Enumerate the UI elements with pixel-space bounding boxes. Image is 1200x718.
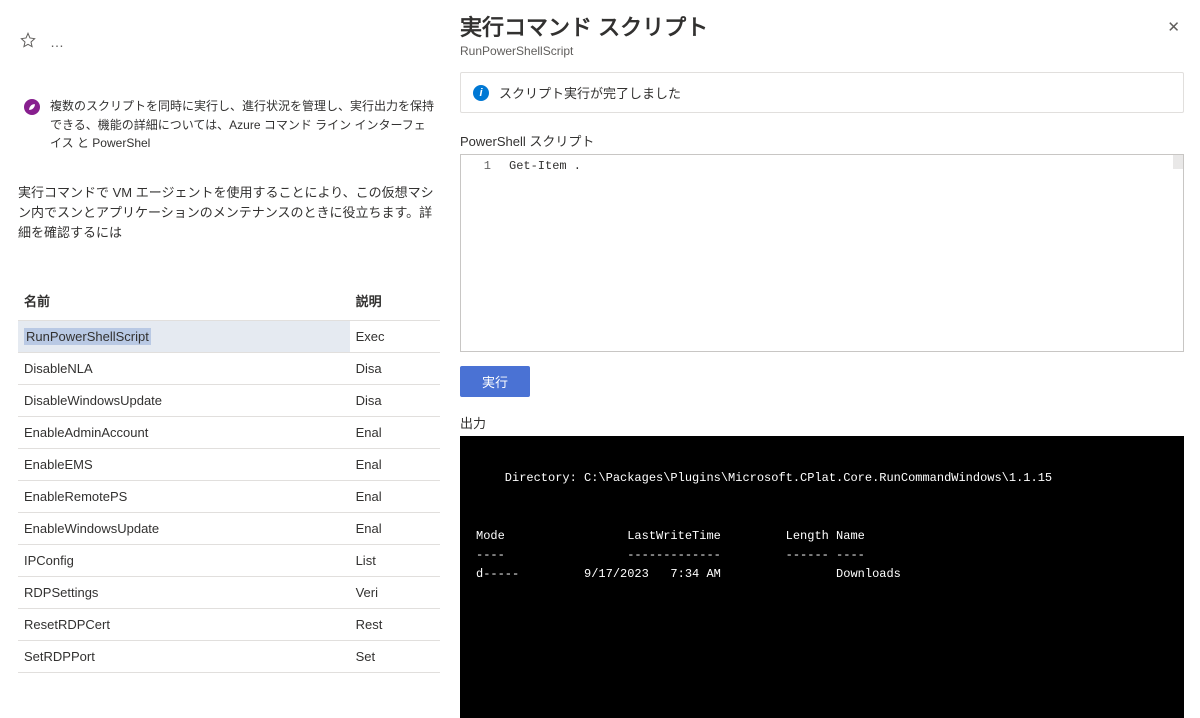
command-desc-cell: Disa [350,353,440,385]
page-description: 実行コマンドで VM エージェントを使用することにより、この仮想マシン内でスンと… [18,183,440,243]
info-icon: i [473,85,489,101]
rocket-icon [24,99,40,115]
table-row[interactable]: DisableWindowsUpdateDisa [18,385,440,417]
command-desc-cell: Enal [350,417,440,449]
editor-scroll-marker [1173,155,1183,169]
status-text: スクリプト実行が完了しました [499,83,681,102]
table-row[interactable]: EnableEMSEnal [18,449,440,481]
output-section-label: 出力 [460,413,1184,432]
run-button[interactable]: 実行 [460,366,530,397]
command-name-cell[interactable]: DisableNLA [18,353,350,385]
run-command-list-pane: … 複数のスクリプトを同時に実行し、進行状況を管理し、実行出力を保持できる、機能… [0,0,440,690]
command-name-cell[interactable]: DisableWindowsUpdate [18,385,350,417]
table-row[interactable]: EnableAdminAccountEnal [18,417,440,449]
table-row[interactable]: EnableWindowsUpdateEnal [18,513,440,545]
command-desc-cell: Veri [350,577,440,609]
command-desc-cell: Rest [350,609,440,641]
command-desc-cell: Disa [350,385,440,417]
command-name-cell[interactable]: SetRDPPort [18,641,350,673]
panel-title: 実行コマンド スクリプト [460,10,708,42]
command-name-cell[interactable]: EnableEMS [18,449,350,481]
list-toolbar: … [18,32,440,51]
column-header-name[interactable]: 名前 [18,283,350,321]
command-desc-cell: List [350,545,440,577]
command-name-cell[interactable]: IPConfig [18,545,350,577]
run-command-panel: 実行コマンド スクリプト RunPowerShellScript ✕ i スクリ… [440,0,1200,690]
panel-subtitle: RunPowerShellScript [460,44,708,58]
table-row[interactable]: IPConfigList [18,545,440,577]
command-desc-cell: Enal [350,449,440,481]
command-desc-cell: Exec [350,321,440,353]
command-name-cell[interactable]: EnableRemotePS [18,481,350,513]
output-terminal[interactable]: Directory: C:\Packages\Plugins\Microsoft… [460,436,1184,718]
command-name-cell[interactable]: EnableAdminAccount [18,417,350,449]
script-section-label: PowerShell スクリプト [460,131,1184,150]
table-row[interactable]: RDPSettingsVeri [18,577,440,609]
close-icon[interactable]: ✕ [1163,14,1184,40]
command-name-cell[interactable]: EnableWindowsUpdate [18,513,350,545]
table-row[interactable]: DisableNLADisa [18,353,440,385]
command-desc-cell: Enal [350,513,440,545]
script-editor[interactable]: 1 Get-Item . [460,154,1184,352]
status-bar: i スクリプト実行が完了しました [460,72,1184,113]
favorite-star-icon[interactable] [20,32,36,51]
feature-info-banner: 複数のスクリプトを同時に実行し、進行状況を管理し、実行出力を保持できる、機能の詳… [18,91,440,159]
more-menu-icon[interactable]: … [50,34,65,50]
command-name-cell[interactable]: RDPSettings [18,577,350,609]
table-row[interactable]: ResetRDPCertRest [18,609,440,641]
table-row[interactable]: EnableRemotePSEnal [18,481,440,513]
command-desc-cell: Enal [350,481,440,513]
command-name-cell[interactable]: ResetRDPCert [18,609,350,641]
table-row[interactable]: RunPowerShellScriptExec [18,321,440,353]
command-table: 名前 説明 RunPowerShellScriptExecDisableNLAD… [18,283,440,673]
banner-text: 複数のスクリプトを同時に実行し、進行状況を管理し、実行出力を保持できる、機能の詳… [50,97,436,153]
editor-gutter: 1 [461,155,501,351]
editor-body[interactable]: Get-Item . [501,155,1183,351]
column-header-desc[interactable]: 説明 [350,283,440,321]
table-row[interactable]: SetRDPPortSet [18,641,440,673]
command-desc-cell: Set [350,641,440,673]
command-name-cell[interactable]: RunPowerShellScript [18,321,350,353]
